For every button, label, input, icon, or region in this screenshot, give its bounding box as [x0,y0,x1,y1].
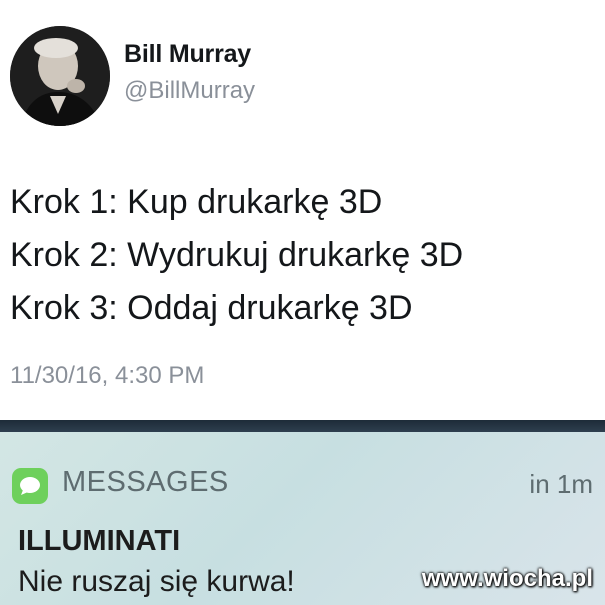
messages-bubble-icon [12,468,48,504]
tweet-line: Krok 2: Wydrukuj drukarkę 3D [10,236,464,274]
notification-body: Nie ruszaj się kurwa! [18,565,295,598]
notification-title: ILLUMINATI [18,525,181,557]
tweet-line: Krok 1: Kup drukarkę 3D [10,183,383,221]
avatar[interactable] [10,26,110,126]
notification-time: in 1m [529,469,593,499]
tweet-timestamp[interactable]: 11/30/16, 4:30 PM [10,362,204,390]
notification-top-edge [0,420,605,432]
tweet-card: Bill Murray @BillMurray Krok 1: Kup druk… [0,0,605,420]
tweet-text: Krok 1: Kup drukarkę 3D Krok 2: Wydrukuj… [10,176,463,335]
avatar-photo [10,26,110,126]
author-name[interactable]: Bill Murray [124,40,251,69]
tweet-line: Krok 3: Oddaj drukarkę 3D [10,289,413,327]
watermark: www.wiocha.pl [421,565,593,592]
author-handle[interactable]: @BillMurray [124,77,255,105]
notification-app-name: MESSAGES [62,466,229,498]
